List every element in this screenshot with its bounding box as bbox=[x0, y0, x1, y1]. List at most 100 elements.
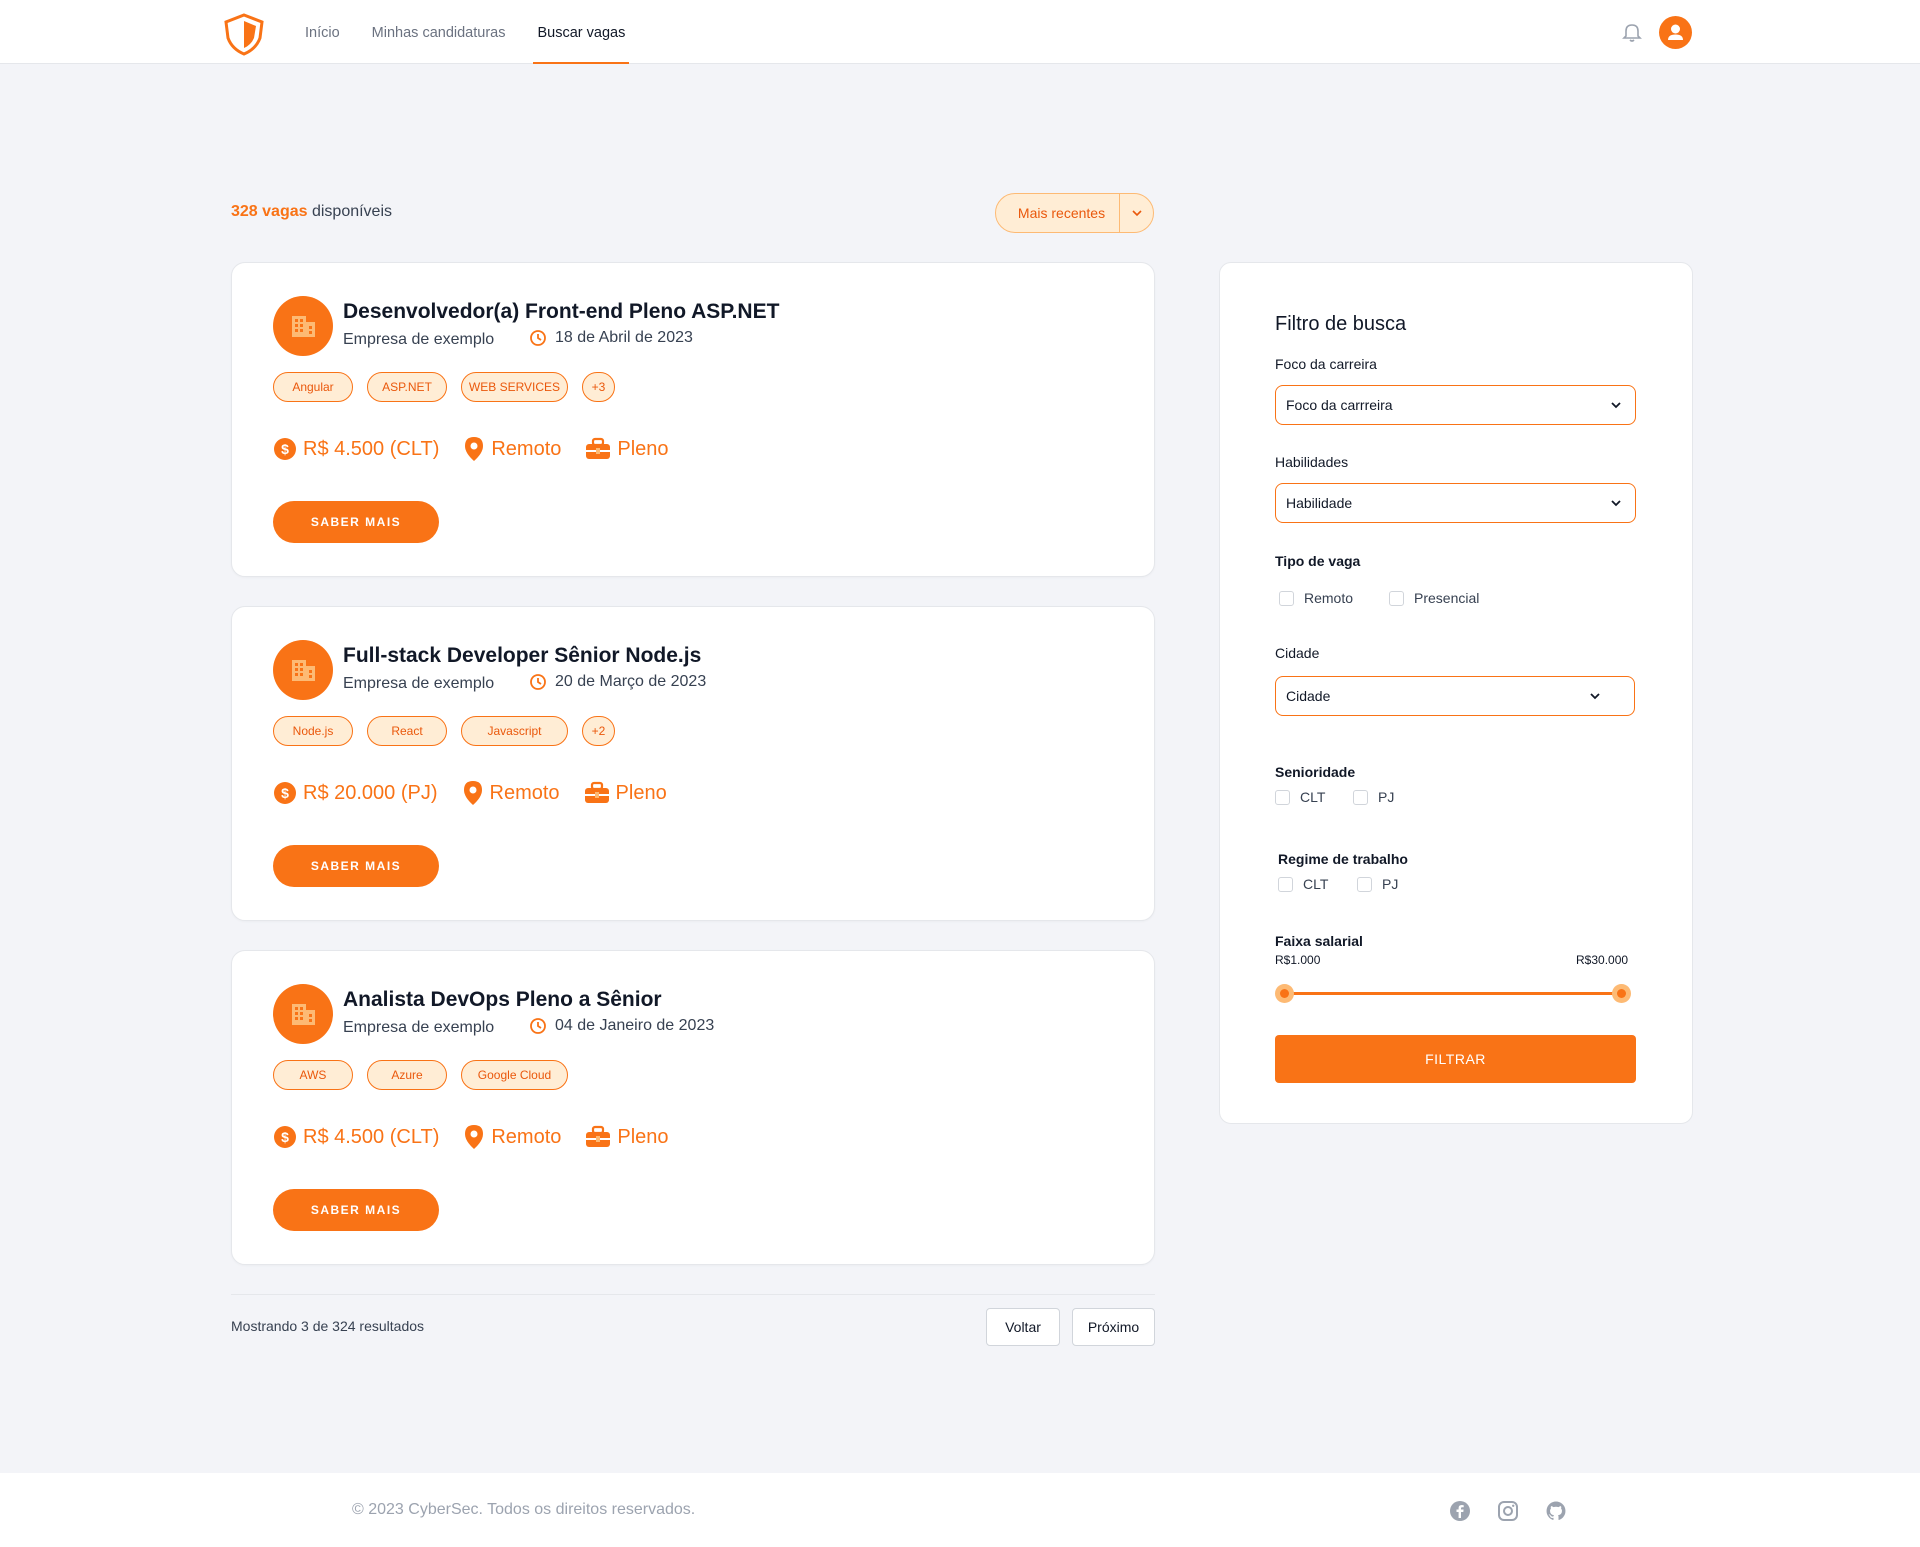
filter-submit-button[interactable]: FILTRAR bbox=[1275, 1035, 1636, 1083]
user-avatar[interactable] bbox=[1659, 16, 1692, 49]
pin-icon bbox=[465, 1125, 484, 1149]
salary-range-track[interactable] bbox=[1284, 992, 1622, 995]
sort-dropdown[interactable]: Mais recentes bbox=[995, 193, 1154, 233]
job-company: Empresa de exemplo bbox=[343, 1019, 495, 1036]
skill-tag[interactable]: Angular bbox=[273, 372, 353, 402]
svg-text:$: $ bbox=[281, 441, 289, 457]
checkbox-box[interactable] bbox=[1389, 590, 1404, 606]
salary-min-value: R$1.000 bbox=[1275, 953, 1321, 967]
seniority-clt-checkbox[interactable]: CLT bbox=[1275, 789, 1325, 805]
job-location: Remoto bbox=[463, 436, 561, 462]
next-page-button[interactable]: Próximo bbox=[1072, 1308, 1155, 1346]
chevron-down-icon[interactable] bbox=[1119, 194, 1153, 232]
job-salary: $ R$ 4.500 (CLT) bbox=[273, 1125, 439, 1149]
nav-link-inicio[interactable]: Início bbox=[301, 0, 344, 64]
seniority-pj-checkbox[interactable]: PJ bbox=[1353, 789, 1394, 805]
checkbox-box[interactable] bbox=[1357, 876, 1372, 892]
checkbox-box[interactable] bbox=[1278, 876, 1293, 892]
job-type-onsite-label: Presencial bbox=[1414, 590, 1480, 606]
job-date-text: 04 de Janeiro de 2023 bbox=[555, 1017, 715, 1034]
company-logo bbox=[273, 640, 333, 700]
regime-clt-checkbox[interactable]: CLT bbox=[1278, 876, 1328, 892]
instagram-icon[interactable] bbox=[1497, 1500, 1519, 1522]
results-count-suffix: disponíveis bbox=[307, 203, 393, 220]
company-logo bbox=[273, 984, 333, 1044]
job-salary: $ R$ 4.500 (CLT) bbox=[273, 437, 439, 461]
career-focus-label: Foco da carreira bbox=[1275, 356, 1377, 372]
user-icon bbox=[1668, 24, 1683, 40]
job-location: Remoto bbox=[463, 1124, 561, 1150]
career-focus-value: Foco da carrreira bbox=[1286, 397, 1393, 413]
regime-pj-checkbox[interactable]: PJ bbox=[1357, 876, 1398, 892]
job-date: 18 de Abril de 2023 bbox=[529, 329, 693, 347]
building-icon bbox=[292, 660, 315, 681]
salary-min-handle[interactable] bbox=[1275, 984, 1294, 1003]
seniority-label: Senioridade bbox=[1275, 764, 1356, 780]
skill-tag[interactable]: AWS bbox=[273, 1060, 353, 1090]
salary-max-handle[interactable] bbox=[1612, 984, 1631, 1003]
company-logo bbox=[273, 296, 333, 356]
dollar-icon: $ bbox=[274, 1126, 296, 1148]
dollar-icon: $ bbox=[274, 438, 296, 460]
skill-tag[interactable]: Javascript bbox=[461, 716, 568, 746]
skill-tag[interactable]: ASP.NET bbox=[367, 372, 447, 402]
job-location: Remoto bbox=[462, 780, 560, 806]
nav-link-minhas-candidaturas[interactable]: Minhas candidaturas bbox=[368, 0, 510, 64]
job-company: Empresa de exemplo bbox=[343, 331, 495, 348]
skill-tag[interactable]: React bbox=[367, 716, 447, 746]
saber-mais-button[interactable]: SABER MAIS bbox=[273, 845, 439, 887]
checkbox-box[interactable] bbox=[1353, 789, 1368, 805]
job-title[interactable]: Full-stack Developer Sênior Node.js bbox=[343, 644, 701, 668]
job-title[interactable]: Analista DevOps Pleno a Sênior bbox=[343, 988, 662, 1012]
salary-max-value: R$30.000 bbox=[1576, 953, 1629, 967]
chevron-down-icon bbox=[1590, 693, 1600, 700]
seniority-clt-label: CLT bbox=[1300, 789, 1326, 805]
shield-logo-icon[interactable] bbox=[222, 12, 266, 56]
skill-tag[interactable]: WEB SERVICES bbox=[461, 372, 568, 402]
skills-select[interactable]: Habilidade bbox=[1275, 483, 1636, 523]
saber-mais-button[interactable]: SABER MAIS bbox=[273, 501, 439, 543]
checkbox-box[interactable] bbox=[1279, 590, 1294, 606]
job-level: Pleno bbox=[585, 437, 669, 461]
job-location-text: Remoto bbox=[491, 437, 562, 460]
skill-tags: Node.js React Javascript +2 bbox=[273, 716, 615, 746]
job-level: Pleno bbox=[585, 1125, 669, 1149]
svg-text:$: $ bbox=[281, 785, 289, 801]
more-tags-badge[interactable]: +2 bbox=[582, 716, 615, 746]
skill-tag[interactable]: Google Cloud bbox=[461, 1060, 568, 1090]
top-navbar: Início Minhas candidaturas Buscar vagas bbox=[0, 0, 1920, 64]
city-select[interactable]: Cidade bbox=[1275, 676, 1635, 716]
more-tags-badge[interactable]: +3 bbox=[582, 372, 615, 402]
job-type-onsite-checkbox[interactable]: Presencial bbox=[1389, 590, 1479, 606]
facebook-icon[interactable] bbox=[1449, 1500, 1471, 1522]
bell-icon[interactable] bbox=[1620, 20, 1644, 44]
filter-title: Filtro de busca bbox=[1275, 313, 1407, 335]
job-date-text: 20 de Março de 2023 bbox=[555, 673, 707, 690]
skill-tag[interactable]: Azure bbox=[367, 1060, 447, 1090]
skill-tag[interactable]: Node.js bbox=[273, 716, 353, 746]
pin-icon bbox=[465, 437, 484, 461]
regime-pj-label: PJ bbox=[1382, 876, 1399, 892]
pin-icon bbox=[463, 781, 482, 805]
job-salary-text: R$ 20.000 (PJ) bbox=[303, 781, 438, 804]
job-salary: $ R$ 20.000 (PJ) bbox=[273, 781, 438, 805]
job-card: Desenvolvedor(a) Front-end Pleno ASP.NET… bbox=[231, 262, 1155, 577]
job-salary-text: R$ 4.500 (CLT) bbox=[303, 1125, 440, 1148]
career-focus-select[interactable]: Foco da carrreira bbox=[1275, 385, 1636, 425]
briefcase-icon bbox=[586, 437, 611, 459]
saber-mais-button[interactable]: SABER MAIS bbox=[273, 1189, 439, 1231]
nav-link-buscar-vagas[interactable]: Buscar vagas bbox=[533, 0, 630, 64]
checkbox-box[interactable] bbox=[1275, 789, 1290, 805]
job-type-remote-checkbox[interactable]: Remoto bbox=[1279, 590, 1353, 606]
prev-page-button[interactable]: Voltar bbox=[986, 1308, 1060, 1346]
chevron-down-icon bbox=[1611, 500, 1621, 507]
job-title[interactable]: Desenvolvedor(a) Front-end Pleno ASP.NET bbox=[343, 300, 779, 324]
footer: © 2023 CyberSec. Todos os direitos reser… bbox=[0, 1473, 1920, 1547]
pagination-summary: Mostrando 3 de 324 resultados bbox=[231, 1318, 425, 1334]
clock-icon bbox=[530, 1018, 546, 1034]
job-location-text: Remoto bbox=[491, 1125, 562, 1148]
job-location-text: Remoto bbox=[489, 781, 560, 804]
results-count: 328 vagas disponíveis bbox=[231, 203, 392, 221]
dollar-icon: $ bbox=[274, 782, 296, 804]
github-icon[interactable] bbox=[1545, 1500, 1567, 1522]
